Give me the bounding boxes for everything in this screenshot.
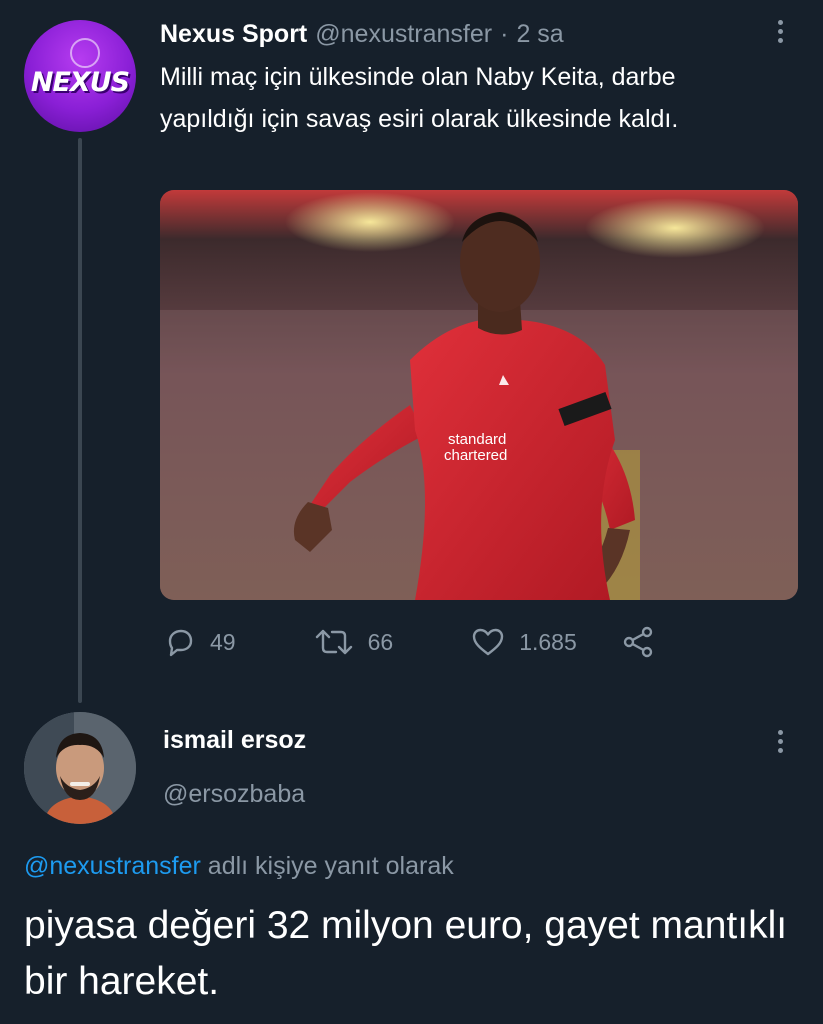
reply-text: piyasa değeri 32 milyon euro, gayet mant… bbox=[24, 904, 788, 1003]
replying-to: @nexustransfer adlı kişiye yanıt olarak bbox=[24, 852, 454, 881]
author-name[interactable]: Nexus Sport bbox=[160, 20, 307, 49]
author-handle[interactable]: @nexustransfer bbox=[315, 20, 492, 49]
tweet-photo[interactable]: standard chartered bbox=[160, 190, 798, 600]
avatar-logo-text: NEXUS bbox=[30, 66, 130, 98]
like-button[interactable]: 1.685 bbox=[471, 626, 577, 658]
retweet-icon bbox=[315, 629, 352, 655]
reply-more-options-icon[interactable] bbox=[776, 730, 784, 756]
user-photo bbox=[24, 712, 136, 824]
replying-to-mention[interactable]: @nexustransfer bbox=[24, 852, 201, 880]
share-icon bbox=[623, 626, 652, 658]
ismail-ersoz-avatar[interactable] bbox=[24, 712, 136, 824]
svg-text:chartered: chartered bbox=[444, 447, 507, 464]
tweet-time[interactable]: 2 sa bbox=[516, 20, 563, 49]
tweet-actions: 49 66 1.685 bbox=[160, 620, 655, 664]
reply-icon bbox=[168, 629, 193, 657]
more-options-icon[interactable] bbox=[776, 20, 784, 46]
nexus-sport-avatar[interactable]: NEXUS bbox=[24, 20, 136, 132]
heart-icon bbox=[472, 628, 504, 656]
retweet-button[interactable]: 66 bbox=[314, 626, 394, 658]
tweet-text: Milli maç için ülkesinde olan Naby Keita… bbox=[160, 63, 679, 133]
thread-line bbox=[78, 138, 82, 703]
like-count: 1.685 bbox=[519, 628, 577, 655]
reply-author-handle[interactable]: @ersozbaba bbox=[163, 780, 305, 809]
reply-count: 49 bbox=[210, 628, 236, 655]
header-separator: · bbox=[500, 19, 509, 48]
share-button[interactable] bbox=[621, 625, 655, 659]
replying-to-suffix: adlı kişiye yanıt olarak bbox=[207, 852, 454, 880]
reply-button[interactable]: 49 bbox=[164, 626, 236, 658]
football-player-photo: standard chartered bbox=[160, 190, 798, 600]
svg-text:standard: standard bbox=[448, 431, 506, 448]
reply-author-name[interactable]: ismail ersoz bbox=[163, 726, 306, 755]
retweet-count: 66 bbox=[367, 628, 394, 655]
football-icon bbox=[70, 38, 100, 68]
tweet-header: Nexus Sport @nexustransfer · 2 sa bbox=[160, 14, 564, 54]
